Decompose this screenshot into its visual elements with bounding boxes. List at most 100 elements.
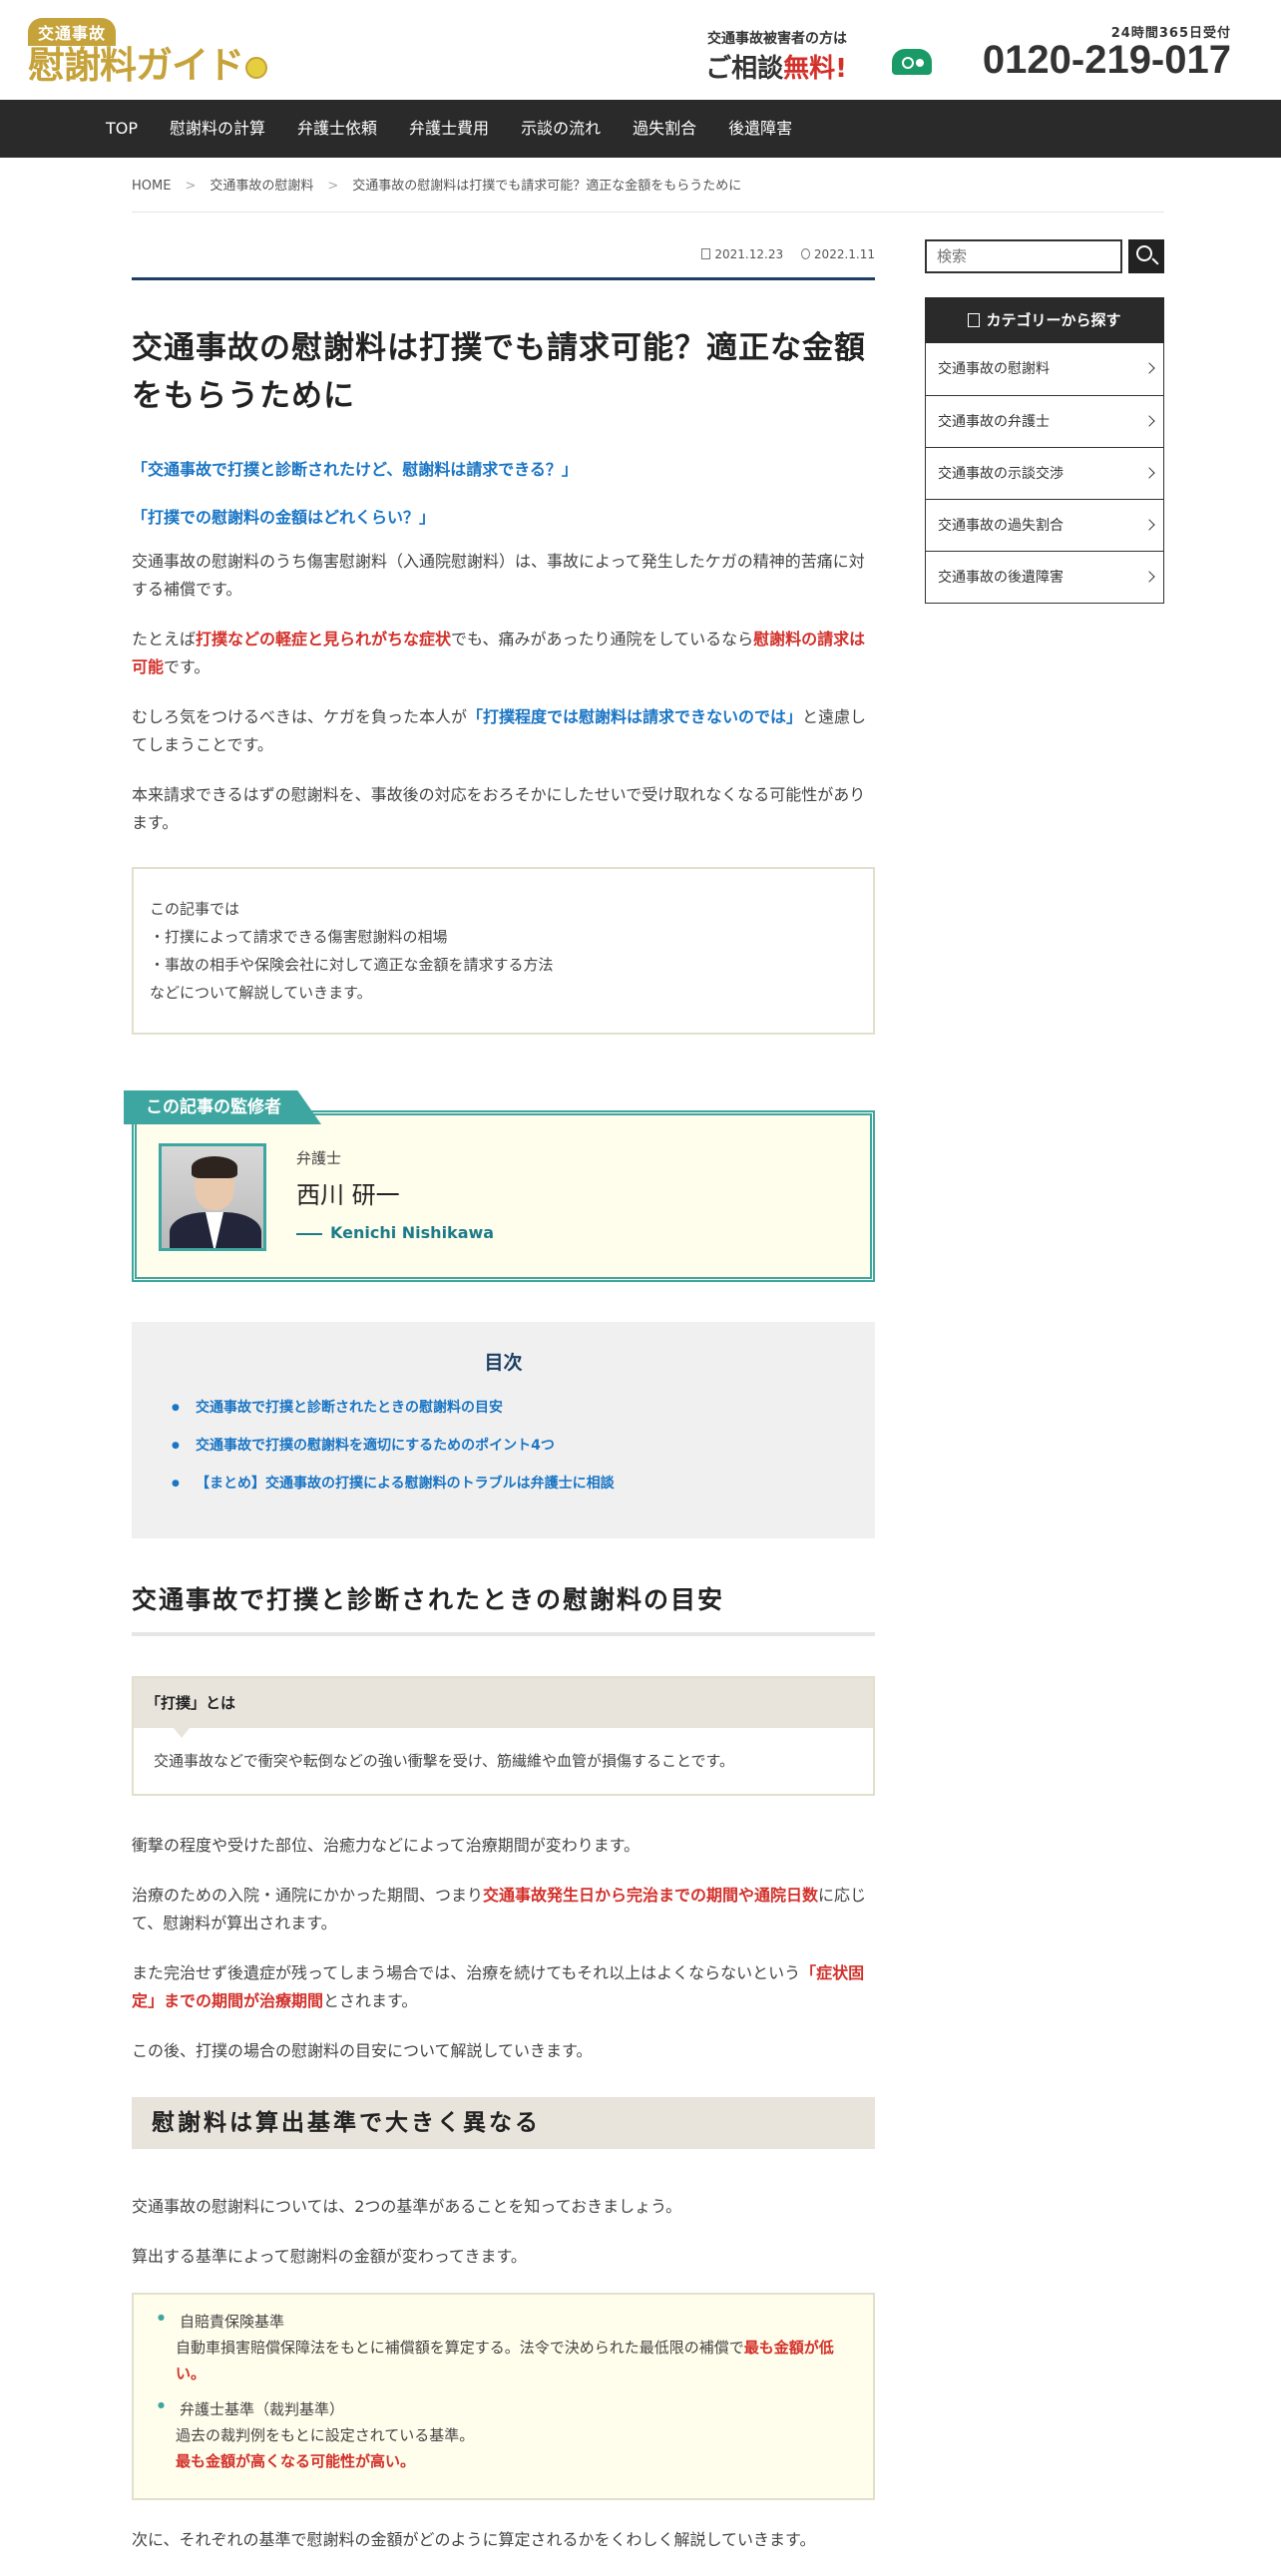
refresh-icon	[800, 248, 810, 259]
standard-name: 自賠責保険基準	[180, 2313, 285, 2331]
section2-paragraph-3: 次に、それぞれの基準で慰謝料の金額がどのように算定されるかをくわしく解説していき…	[132, 2530, 816, 2549]
consult-text: ご相談無料!	[705, 48, 847, 85]
section2-paragraph-1: 交通事故の慰謝料については、2つの基準があることを知っておきましょう。	[132, 2197, 682, 2216]
consult-label: ご相談	[705, 54, 784, 84]
category-item[interactable]: 交通事故の慰謝料	[926, 343, 1163, 395]
supervisor-role: 弁護士	[296, 1149, 342, 1167]
supervisor-photo	[159, 1143, 266, 1251]
category-item[interactable]: 交通事故の示談交渉	[926, 447, 1163, 499]
site-logo[interactable]: 交通事故 慰謝料ガイド	[28, 18, 267, 88]
free-dial-icon	[892, 49, 932, 75]
sidebar: カテゴリーから探す 交通事故の慰謝料 交通事故の弁護士 交通事故の示談交渉 交通…	[925, 239, 1164, 604]
section1-paragraph-2: 治療のための入院・通院にかかった期間、つまり交通事故発生日から完治までの期間や通…	[132, 1882, 875, 1937]
text-span: 過去の裁判例をもとに設定されている基準。	[176, 2426, 475, 2444]
table-of-contents: 目次 交通事故で打撲と診断されたときの慰謝料の目安 交通事故で打撲の慰謝料を適切…	[132, 1322, 875, 1538]
standard-item: 弁護士基準（裁判基準） 過去の裁判例をもとに設定されている基準。最も金額が高くな…	[158, 2396, 849, 2474]
supervisor-name: 西川 研一	[296, 1181, 400, 1209]
summary-line: などについて解説していきます。	[150, 984, 372, 1002]
text-span: でも、痛みがあったり通院をしているなら	[451, 630, 754, 648]
article-summary-box: この記事では ・打撲によって請求できる傷害慰謝料の相場 ・事故の相手や保険会社に…	[132, 867, 875, 1035]
highlight-red: 打撲などの軽症と見られがちな症状	[196, 630, 452, 648]
category-label: 交通事故の過失割合	[938, 518, 1064, 534]
category-label: 交通事故の示談交渉	[938, 466, 1064, 482]
category-header: カテゴリーから探す	[925, 297, 1164, 343]
toc-title: 目次	[484, 1352, 523, 1374]
text-span: また完治せず後遺症が残ってしまう場合では、治療を続けてもそれ以上はよくならないと…	[132, 1963, 801, 1982]
section-heading-1: 交通事故で打撲と診断されたときの慰謝料の目安	[132, 1580, 875, 1636]
text-span: とされます。	[323, 1991, 418, 2010]
supervisor-tag: この記事の監修者	[124, 1090, 321, 1124]
nav-item-fault[interactable]: 過失割合	[617, 100, 712, 158]
victim-text: 交通事故被害者の方は	[707, 31, 847, 47]
toc-item[interactable]: 交通事故で打撲と診断されたときの慰謝料の目安	[172, 1389, 835, 1427]
breadcrumb-home[interactable]: HOME	[132, 179, 171, 194]
article-title: 交通事故の慰謝料は打撲でも請求可能？適正な金額をもらうために	[132, 330, 866, 414]
summary-line: ・事故の相手や保険会社に対して適正な金額を請求する方法	[150, 956, 554, 974]
section1-paragraph-3: また完治せず後遺症が残ってしまう場合では、治療を続けてもそれ以上はよくならないと…	[132, 1959, 875, 2015]
intro-paragraph-1: 交通事故の慰謝料のうち傷害慰謝料（入通院慰謝料）は、事故によって発生したケガの精…	[132, 552, 865, 599]
calendar-icon	[701, 248, 711, 259]
document-icon	[968, 313, 981, 327]
nav-item-disability[interactable]: 後遺障害	[712, 100, 808, 158]
category-item[interactable]: 交通事故の弁護士	[926, 395, 1163, 447]
site-header: 交通事故 慰謝料ガイド 24時間365日受付 交通事故被害者の方は ご相談無料!…	[0, 0, 1281, 100]
standards-box: 自賠責保険基準 自動車損害賠償保障法をもとに補償額を算定する。法令で決められた最…	[132, 2293, 875, 2500]
breadcrumb-separator: >	[327, 179, 339, 194]
intro-paragraph-2: たとえば打撲などの軽症と見られがちな症状でも、痛みがあったり通院をしているなら慰…	[132, 626, 875, 681]
logo-main-text: 慰謝料ガイド	[28, 46, 267, 86]
category-item[interactable]: 交通事故の後遺障害	[926, 551, 1163, 603]
section-heading-2: 慰謝料は算出基準で大きく異なる	[132, 2097, 875, 2149]
coin-icon	[245, 56, 267, 79]
supervisor-card: 弁護士 西川 研一 Kenichi Nishikawa	[132, 1110, 875, 1282]
breadcrumb-separator: >	[185, 179, 197, 194]
text-span: たとえば	[132, 630, 197, 648]
standard-name: 弁護士基準（裁判基準）	[180, 2400, 345, 2418]
definition-title: 「打撲」とは	[134, 1678, 873, 1738]
text-span: むしろ気をつけるべきは、ケガを負った本人が	[132, 707, 468, 726]
breadcrumb-current: 交通事故の慰謝料は打撲でも請求可能？適正な金額をもらうために	[352, 179, 742, 194]
contact-area: 24時間365日受付 交通事故被害者の方は ご相談無料! 0120-219-01…	[672, 22, 1231, 92]
text-span: 治療のための入院・通院にかかった期間、つまり	[132, 1886, 484, 1905]
toc-item[interactable]: 【まとめ】交通事故の打撲による慰謝料のトラブルは弁護士に相談	[172, 1465, 835, 1503]
category-label: 交通事故の慰謝料	[938, 361, 1050, 377]
search-form	[925, 239, 1164, 273]
supervisor-block: この記事の監修者 弁護士 西川 研一 Kenichi Nishikawa	[124, 1090, 875, 1282]
updated-date-value: 2022.1.11	[813, 247, 875, 261]
category-label: 交通事故の後遺障害	[938, 570, 1064, 586]
chevron-right-icon	[1143, 362, 1155, 374]
definition-body: 交通事故などで衝突や転倒などの強い衝撃を受け、筋繊維や血管が損傷することです。	[154, 1752, 735, 1770]
search-button[interactable]	[1128, 239, 1164, 273]
article: 2021.12.23 2022.1.11 交通事故の慰謝料は打撲でも請求可能？適…	[124, 247, 875, 2576]
free-label: 無料!	[783, 54, 847, 84]
standard-desc: 自動車損害賠償保障法をもとに補償額を算定する。法令で決められた最低限の補償で最も…	[176, 2335, 849, 2386]
chevron-right-icon	[1143, 467, 1155, 479]
nav-item-settlement[interactable]: 示談の流れ	[505, 100, 617, 158]
intro-paragraph-3: むしろ気をつけるべきは、ケガを負った本人が「打撲程度では慰謝料は請求できないので…	[132, 703, 875, 759]
lead-question-2: 「打撲での慰謝料の金額はどれくらい？」	[132, 508, 436, 527]
section1-paragraph-4: この後、打撲の場合の慰謝料の目安について解説していきます。	[132, 2041, 593, 2060]
logo-main-label: 慰謝料ガイド	[28, 44, 244, 87]
intro-paragraph-4: 本来請求できるはずの慰謝料を、事故後の対応をおろそかにしたせいで受け取れなくなる…	[132, 785, 866, 832]
article-dates: 2021.12.23 2022.1.11	[132, 247, 875, 277]
section1-paragraph-1: 衝撃の程度や受けた部位、治癒力などによって治療期間が変わります。	[132, 1836, 640, 1855]
chevron-right-icon	[1143, 415, 1155, 427]
phone-number[interactable]: 0120-219-017	[983, 38, 1231, 83]
nav-item-calc[interactable]: 慰謝料の計算	[154, 100, 281, 158]
category-title: カテゴリーから探す	[986, 311, 1121, 329]
text-span: 自動車損害賠償保障法をもとに補償額を算定する。法令で決められた最低限の補償で	[176, 2339, 744, 2357]
nav-item-top[interactable]: TOP	[90, 100, 154, 158]
updated-date: 2022.1.11	[800, 247, 875, 261]
summary-line: ・打撲によって請求できる傷害慰謝料の相場	[150, 928, 448, 946]
summary-line: この記事では	[150, 900, 240, 918]
standard-item: 自賠責保険基準 自動車損害賠償保障法をもとに補償額を算定する。法令で決められた最…	[158, 2309, 849, 2386]
breadcrumb-category[interactable]: 交通事故の慰謝料	[210, 179, 313, 194]
definition-box: 「打撲」とは 交通事故などで衝突や転倒などの強い衝撃を受け、筋繊維や血管が損傷す…	[132, 1676, 875, 1796]
supervisor-name-en: Kenichi Nishikawa	[296, 1223, 494, 1242]
nav-item-fee[interactable]: 弁護士費用	[393, 100, 505, 158]
search-input[interactable]	[925, 239, 1122, 273]
nav-item-lawyer[interactable]: 弁護士依頼	[281, 100, 393, 158]
photo-hair	[192, 1156, 237, 1178]
breadcrumb-divider	[132, 212, 1164, 213]
category-item[interactable]: 交通事故の過失割合	[926, 499, 1163, 551]
toc-item[interactable]: 交通事故で打撲の慰謝料を適切にするためのポイント4つ	[172, 1427, 835, 1465]
